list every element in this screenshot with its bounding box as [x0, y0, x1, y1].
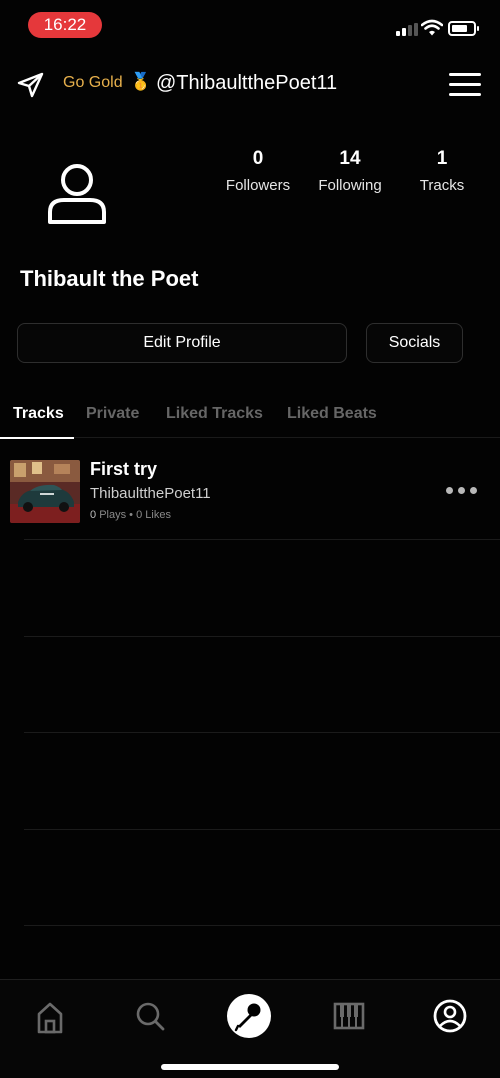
microphone-icon[interactable] — [225, 992, 273, 1040]
followers-label: Followers — [225, 177, 291, 194]
row-divider — [24, 539, 500, 540]
row-divider — [24, 732, 500, 733]
plays-label: Plays — [99, 509, 127, 521]
following-label: Following — [318, 177, 382, 194]
home-indicator[interactable] — [161, 1064, 339, 1070]
stat-followers[interactable]: 0 Followers — [213, 148, 303, 194]
tab-tracks[interactable]: Tracks — [13, 405, 64, 423]
likes-label: Likes — [145, 509, 171, 521]
row-divider — [24, 829, 500, 830]
more-options-icon[interactable] — [444, 484, 480, 498]
tab-liked-tracks[interactable]: Liked Tracks — [166, 405, 263, 423]
stat-tracks[interactable]: 1 Tracks — [397, 148, 487, 194]
bottom-navigation — [0, 979, 500, 1078]
followers-count: 0 — [252, 148, 264, 169]
row-divider — [24, 636, 500, 637]
go-gold-link[interactable]: Go Gold — [63, 74, 123, 92]
track-title: First try — [90, 459, 158, 479]
paper-plane-icon[interactable] — [16, 70, 46, 100]
profile-tabs: Tracks Private Liked Tracks Liked Beats — [0, 398, 500, 439]
battery-icon — [448, 21, 479, 36]
profile-icon[interactable] — [426, 992, 474, 1040]
tracks-label: Tracks — [419, 177, 465, 194]
edit-profile-button[interactable]: Edit Profile — [17, 323, 347, 363]
tab-private[interactable]: Private — [86, 405, 139, 423]
avatar-placeholder-icon[interactable] — [44, 160, 110, 226]
cellular-signal-icon — [396, 23, 418, 36]
track-stats: 0 Plays • 0 Likes — [90, 509, 171, 521]
plays-count: 0 — [90, 509, 97, 521]
active-tab-indicator — [0, 437, 74, 439]
likes-count: 0 — [136, 509, 143, 521]
gold-medal-icon: 🥇 — [130, 72, 152, 91]
track-artwork — [10, 460, 80, 523]
socials-button[interactable]: Socials — [366, 323, 463, 363]
track-artist: ThibaultthePoet11 — [90, 485, 211, 502]
stat-following[interactable]: 14 Following — [305, 148, 395, 194]
hamburger-menu-icon[interactable] — [449, 73, 483, 97]
username-handle: @ThibaultthePoet11 — [156, 72, 338, 94]
search-icon[interactable] — [126, 992, 174, 1040]
track-row[interactable]: First try ThibaultthePoet11 0 Plays • 0 … — [0, 450, 500, 538]
piano-icon[interactable] — [325, 992, 373, 1040]
following-count: 14 — [339, 148, 361, 169]
status-time: 16:22 — [28, 12, 102, 38]
row-divider — [24, 925, 500, 926]
display-name: Thibault the Poet — [20, 266, 199, 291]
profile-header: Go Gold 🥇 @ThibaultthePoet11 — [0, 60, 500, 108]
tab-liked-beats[interactable]: Liked Beats — [287, 405, 377, 423]
home-icon[interactable] — [26, 992, 74, 1040]
profile-screen: 16:22 Go Gold 🥇 @ThibaultthePoet11 0 Fol… — [0, 0, 500, 1078]
status-bar: 16:22 — [0, 0, 500, 50]
meta-separator: • — [129, 509, 134, 521]
tracks-count: 1 — [436, 148, 448, 169]
wifi-icon — [421, 19, 443, 36]
